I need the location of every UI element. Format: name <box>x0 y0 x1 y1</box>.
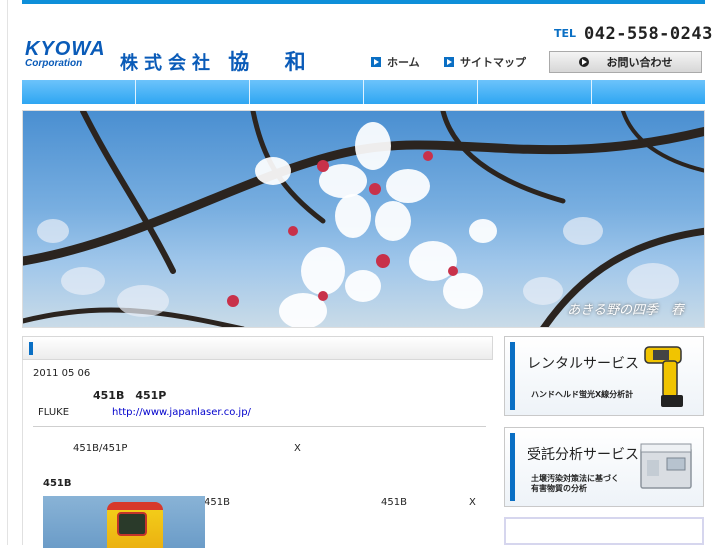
global-nav-item[interactable] <box>250 80 364 104</box>
top-accent-bar <box>22 0 705 4</box>
tel-label: TEL <box>554 27 577 40</box>
rental-service-title: レンタルサービス <box>527 356 639 372</box>
logo-main: KYOWA <box>25 38 106 60</box>
model-name: 451B/451P <box>73 443 128 454</box>
global-nav-item[interactable] <box>478 80 592 104</box>
product-photo <box>43 496 205 548</box>
rental-service-banner[interactable]: レンタルサービス ハンドヘルド蛍光X線分析計 <box>504 336 704 416</box>
rental-service-sub: ハンドヘルド蛍光X線分析計 <box>531 390 634 399</box>
cherry-blossom-illustration <box>23 111 704 327</box>
product-x-mark: X <box>469 497 476 508</box>
global-nav-item[interactable] <box>364 80 478 104</box>
analysis-service-title: 受託分析サービス <box>527 447 639 463</box>
maker-name: FLUKE <box>38 407 70 418</box>
nav-sitemap-label: サイトマップ <box>460 56 526 69</box>
nav-home-label: ホーム <box>387 56 420 69</box>
contact-button[interactable]: お問い合わせ <box>549 51 702 73</box>
hero-caption: あきる野の四季 春 <box>567 303 684 318</box>
divider <box>33 426 486 427</box>
article-title: 451B 451P <box>93 389 167 402</box>
product-text-b: 451B <box>381 497 407 508</box>
product-section-label: 451B <box>43 478 72 489</box>
global-nav-item[interactable] <box>22 80 136 104</box>
analyzer-box-icon <box>640 443 692 489</box>
xrf-analyzer-icon <box>644 346 683 407</box>
global-nav-item[interactable] <box>592 80 705 104</box>
sidebar-banner-3[interactable] <box>504 517 704 545</box>
nav-sitemap-link[interactable]: サイトマップ <box>444 54 526 70</box>
maker-url-link[interactable]: http://www.japanlaser.co.jp/ <box>112 407 251 418</box>
company-name: 株式会社 協 和 <box>120 46 320 76</box>
arrow-square-icon <box>444 57 454 67</box>
company-title: 協 和 <box>228 49 320 74</box>
site-logo[interactable]: KYOWA Corporation <box>25 38 106 69</box>
tel-number: 042-558-0243 <box>584 24 713 44</box>
banner-marker-icon <box>510 342 515 410</box>
global-nav <box>22 80 705 104</box>
analysis-service-sub-1: 土壌汚染対策法に基づく <box>531 474 619 483</box>
page-border <box>7 0 8 545</box>
article-header-bar <box>22 336 493 360</box>
article-body: 2011 05 06 451B 451P FLUKE http://www.ja… <box>22 360 494 548</box>
banner-marker-icon <box>510 433 515 501</box>
company-prefix: 株式会社 <box>120 53 216 74</box>
section-marker-icon <box>29 342 33 355</box>
model-x-mark: X <box>294 443 301 454</box>
contact-label: お問い合わせ <box>606 56 673 69</box>
nav-home-link[interactable]: ホーム <box>371 54 420 70</box>
analysis-service-banner[interactable]: 受託分析サービス 土壌汚染対策法に基づく 有害物質の分析 <box>504 427 704 507</box>
article-date: 2011 05 06 <box>33 368 91 379</box>
product-text-a: 451B <box>204 497 230 508</box>
page: TEL 042-558-0243 KYOWA Corporation 株式会社 協… <box>0 0 727 548</box>
arrow-square-icon <box>371 57 381 67</box>
analysis-service-sub-2: 有害物質の分析 <box>531 484 587 493</box>
survey-meter-image <box>107 502 163 548</box>
tel-block: TEL 042-558-0243 <box>554 24 713 44</box>
hero-image: あきる野の四季 春 <box>22 110 705 328</box>
arrow-circle-icon <box>578 57 589 67</box>
global-nav-item[interactable] <box>136 80 250 104</box>
